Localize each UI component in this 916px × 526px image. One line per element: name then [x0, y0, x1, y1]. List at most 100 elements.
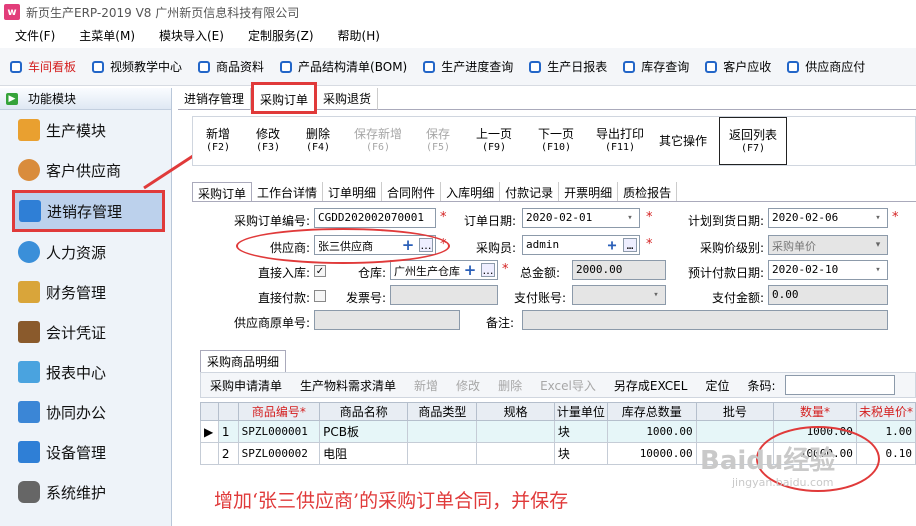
- order-subtabs: 采购订单 工作台详情 订单明细 合同附件 入库明细 付款记录 开票明细 质检报告: [192, 182, 916, 202]
- other-actions-button[interactable]: 其它操作: [653, 134, 713, 148]
- col-stock-qty[interactable]: 库存总数量: [606, 402, 697, 421]
- col-product-code[interactable]: 商品编号*: [237, 402, 321, 421]
- col-product-name[interactable]: 商品名称: [319, 402, 409, 421]
- quick-stock[interactable]: 库存查询: [613, 58, 695, 75]
- app-logo-icon: w: [4, 4, 20, 20]
- quick-video-center[interactable]: 视频教学中心: [82, 58, 188, 75]
- coins-icon: [18, 281, 40, 303]
- save-button[interactable]: 保存 (F5): [413, 127, 463, 155]
- plus-icon[interactable]: +: [463, 261, 477, 279]
- subtab-purchase-order[interactable]: 采购订单: [192, 182, 253, 201]
- order-date-field[interactable]: 2020-02-01 ▾: [522, 208, 640, 228]
- users-icon: [18, 159, 40, 181]
- remark-label: 备注:: [485, 316, 514, 330]
- back-to-list-button[interactable]: 返回列表 (F7): [719, 117, 787, 165]
- sidebar-item-reports[interactable]: 报表中心: [0, 352, 171, 392]
- tab-purchase-items[interactable]: 采购商品明细: [200, 350, 287, 372]
- col-product-type[interactable]: 商品类型: [407, 402, 478, 421]
- next-page-button[interactable]: 下一页 (F10): [525, 127, 587, 155]
- quick-progress[interactable]: 生产进度查询: [413, 58, 519, 75]
- chevron-down-icon: ▾: [653, 290, 659, 300]
- subtab-workbench[interactable]: 工作台详情: [252, 182, 324, 201]
- subtab-order-detail[interactable]: 订单明细: [323, 182, 383, 201]
- grid-add-button[interactable]: 新增: [405, 377, 447, 394]
- payable-icon: [787, 60, 800, 73]
- subtab-inbound[interactable]: 入库明细: [441, 182, 501, 201]
- grid-delete-button[interactable]: 删除: [489, 377, 531, 394]
- sidebar-item-finance[interactable]: 财务管理: [0, 272, 171, 312]
- quick-payable[interactable]: 供应商应付: [777, 58, 871, 75]
- buyer-field[interactable]: admin +…: [522, 235, 640, 255]
- col-quantity[interactable]: 数量*: [773, 402, 857, 421]
- bom-icon: [280, 60, 293, 73]
- quick-receivable[interactable]: 客户应收: [695, 58, 777, 75]
- save-excel-button[interactable]: 另存成EXCEL: [605, 377, 697, 394]
- barcode-input[interactable]: [784, 375, 895, 395]
- tab-purchase-order[interactable]: 采购订单: [251, 82, 318, 114]
- subtab-invoice[interactable]: 开票明细: [559, 182, 619, 201]
- sidebar-item-office[interactable]: 协同办公: [0, 392, 171, 432]
- material-demand-button[interactable]: 生产物料需求清单: [291, 377, 405, 394]
- remark-field[interactable]: [522, 310, 888, 330]
- subtab-qc[interactable]: 质检报告: [618, 182, 678, 201]
- menu-module-import[interactable]: 模块导入(E): [144, 27, 233, 44]
- pay-date-field[interactable]: 2020-02-10 ▾: [768, 260, 888, 280]
- sidebar-item-voucher[interactable]: 会计凭证: [0, 312, 171, 352]
- price-level-select[interactable]: 采购单价 ▾: [768, 235, 888, 255]
- quick-bom[interactable]: 产品结构清单(BOM): [270, 58, 413, 75]
- excel-import-button[interactable]: Excel导入: [531, 377, 605, 394]
- warehouse-field[interactable]: 广州生产仓库 +…: [390, 260, 498, 280]
- order-no-field[interactable]: CGDD202002070001: [314, 208, 436, 228]
- request-list-button[interactable]: 采购申请清单: [201, 377, 291, 394]
- row-pointer-icon: ▶: [200, 420, 219, 443]
- menu-custom-service[interactable]: 定制服务(Z): [233, 27, 323, 44]
- col-batch[interactable]: 批号: [695, 402, 775, 421]
- title-bar: w 新页生产ERP-2019 V8 广州新页信息科技有限公司: [0, 0, 916, 24]
- save-new-button[interactable]: 保存新增 (F6): [343, 127, 413, 155]
- prev-page-button[interactable]: 上一页 (F9): [463, 127, 525, 155]
- supplier-src-field[interactable]: [314, 310, 460, 330]
- sidebar-item-hr[interactable]: 人力资源: [0, 232, 171, 272]
- grid-edit-button[interactable]: 修改: [447, 377, 489, 394]
- direct-pay-checkbox[interactable]: [314, 290, 326, 302]
- sidebar-item-equipment[interactable]: 设备管理: [0, 432, 171, 472]
- sidebar-item-inventory[interactable]: 进销存管理: [12, 190, 165, 232]
- receivable-icon: [705, 60, 718, 73]
- supplier-src-label: 供应商原单号:: [233, 316, 310, 330]
- tab-inventory[interactable]: 进销存管理: [178, 88, 252, 110]
- plus-icon[interactable]: +: [605, 236, 619, 254]
- col-unit-price[interactable]: 未税单价*: [855, 402, 916, 421]
- menu-main[interactable]: 主菜单(M): [64, 27, 144, 44]
- browse-icon[interactable]: …: [481, 263, 495, 277]
- calendar-dropdown-icon[interactable]: ▾: [871, 211, 885, 225]
- menu-help[interactable]: 帮助(H): [323, 27, 389, 44]
- edit-button[interactable]: 修改 (F3): [243, 127, 293, 155]
- quick-daily-report[interactable]: 生产日报表: [519, 58, 613, 75]
- add-button[interactable]: 新增 (F2): [193, 127, 243, 155]
- tab-purchase-return[interactable]: 采购退货: [317, 88, 379, 110]
- col-unit[interactable]: 计量单位: [553, 402, 608, 421]
- calendar-dropdown-icon[interactable]: ▾: [871, 263, 885, 277]
- quick-product-info[interactable]: 商品资料: [188, 58, 270, 75]
- grid-toolbar: 采购申请清单 生产物料需求清单 新增 修改 删除 Excel导入 另存成EXCE…: [200, 372, 916, 398]
- menu-file[interactable]: 文件(F): [0, 27, 64, 44]
- subtab-contract[interactable]: 合同附件: [382, 182, 442, 201]
- export-print-button[interactable]: 导出打印 (F11): [587, 127, 653, 155]
- delete-button[interactable]: 删除 (F4): [293, 127, 343, 155]
- col-spec[interactable]: 规格: [476, 402, 555, 421]
- pay-account-select[interactable]: ▾: [572, 285, 666, 305]
- product-icon: [198, 60, 211, 73]
- plan-date-field[interactable]: 2020-02-06 ▾: [768, 208, 888, 228]
- quick-workshop-board[interactable]: 车间看板: [0, 58, 82, 75]
- subtab-payment[interactable]: 付款记录: [500, 182, 560, 201]
- invoice-field[interactable]: [390, 285, 498, 305]
- locate-button[interactable]: 定位: [696, 377, 738, 394]
- sidebar-item-system[interactable]: 系统维护: [0, 472, 171, 512]
- annotation-text: 增加‘张三供应商’的采购订单合同，并保存: [214, 490, 569, 512]
- action-toolbar: 新增 (F2) 修改 (F3) 删除 (F4) 保存新增 (F6) 保存 (F5) 上一页…: [192, 116, 916, 166]
- calendar-dropdown-icon[interactable]: ▾: [623, 211, 637, 225]
- total-field: 2000.00: [572, 260, 666, 280]
- direct-in-checkbox[interactable]: ✓: [314, 265, 326, 277]
- watermark-url: jingyan.baidu.com: [732, 476, 834, 489]
- browse-icon[interactable]: …: [623, 238, 637, 252]
